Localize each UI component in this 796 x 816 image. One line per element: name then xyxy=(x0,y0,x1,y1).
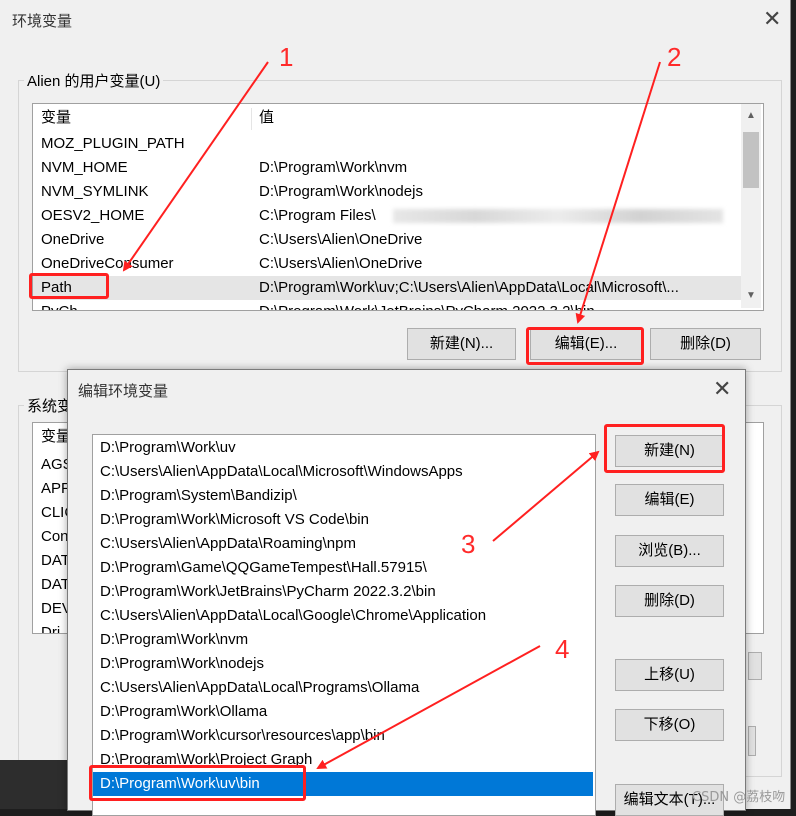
watermark: CSDN @荔枝吻 xyxy=(692,790,786,805)
arrow-4 xyxy=(316,645,541,769)
annotation-arrows xyxy=(122,61,661,769)
arrow-1 xyxy=(122,61,269,272)
arrow-3 xyxy=(492,450,600,542)
arrow-2 xyxy=(575,61,661,324)
